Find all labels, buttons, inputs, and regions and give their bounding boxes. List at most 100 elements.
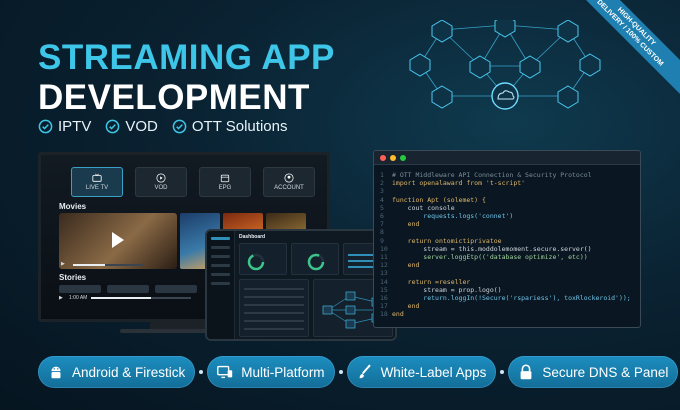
- code-text: end: [392, 310, 404, 319]
- sidebar-item[interactable]: [211, 273, 230, 276]
- code-line: 7 end: [380, 220, 634, 228]
- code-line: 18 end: [380, 310, 634, 318]
- table-row[interactable]: [244, 312, 304, 314]
- hero-title-line1: STREAMING APP: [38, 38, 335, 77]
- server-network-illustration: [409, 20, 601, 110]
- sidebar-item[interactable]: [211, 246, 230, 249]
- movies-heading: Movies: [59, 202, 87, 211]
- code-line: 2 import openalaward from 't-script': [380, 179, 634, 187]
- calendar-icon: [220, 174, 230, 183]
- code-text: return ontomictiprivatoe: [392, 236, 502, 245]
- tab-vod[interactable]: VOD: [135, 167, 187, 197]
- pill-label: White-Label Apps: [380, 364, 487, 380]
- monitor-icon: [217, 365, 233, 379]
- check-circle-icon: [106, 119, 120, 134]
- check-label: IPTV: [58, 118, 92, 135]
- story-thumbnail[interactable]: [107, 285, 149, 293]
- code-line: 15 stream = prop.logo(): [380, 286, 634, 294]
- minimize-window-icon[interactable]: [390, 154, 396, 161]
- line-number: 15: [380, 285, 388, 294]
- pill-multi-platform[interactable]: Multi-Platform: [207, 356, 335, 388]
- pill-secure-dns[interactable]: Secure DNS & Panel: [508, 356, 679, 388]
- line-number: 7: [380, 220, 384, 229]
- check-item-vod: VOD: [105, 118, 158, 135]
- code-line: 14 return =reseller: [380, 278, 634, 286]
- sidebar-item[interactable]: [211, 282, 230, 285]
- stories-progress-bar[interactable]: [91, 297, 191, 299]
- code-line: 11 server.loggEtp(('database optimize', …: [380, 253, 634, 261]
- table-row[interactable]: [244, 304, 304, 306]
- dashboard-sidebar: [207, 231, 235, 339]
- code-line: 4 function Apt (solemet) {: [380, 196, 634, 204]
- dashboard-title: Dashboard: [239, 234, 266, 240]
- tab-account[interactable]: ACCOUNT: [263, 167, 315, 197]
- code-line: 5 cout console: [380, 204, 634, 212]
- close-window-icon[interactable]: [380, 154, 386, 161]
- featured-movie[interactable]: [59, 213, 177, 269]
- table-row[interactable]: [244, 328, 304, 330]
- code-text: # OTT Middleware API Connection & Securi…: [392, 171, 592, 179]
- android-icon: [51, 366, 61, 379]
- sidebar-item[interactable]: [211, 255, 230, 258]
- code-text: return.loggIn(!Secure('rspariess'), toxR…: [392, 294, 631, 303]
- tab-label: VOD: [154, 185, 168, 191]
- code-line: 6 requests.logs('connet'): [380, 212, 634, 220]
- code-text: return =reseller: [392, 277, 471, 286]
- code-text: server.loggEtp(('database optimize', etc…: [392, 253, 588, 262]
- pill-separator: [199, 370, 204, 374]
- line-number: 8: [380, 228, 384, 237]
- code-line: 1 # OTT Middleware API Connection & Secur…: [380, 171, 634, 179]
- check-item-iptv: IPTV: [38, 118, 91, 135]
- pill-separator: [500, 370, 505, 374]
- line-number: 11: [380, 253, 388, 262]
- code-body: 1 # OTT Middleware API Connection & Secur…: [374, 165, 640, 319]
- pill-label: Multi-Platform: [241, 364, 325, 380]
- line-number: 10: [380, 244, 388, 253]
- pill-white-label[interactable]: White-Label Apps: [346, 356, 497, 388]
- gauge-icon: [247, 253, 265, 271]
- line-number: 6: [380, 212, 384, 221]
- play-control-icon[interactable]: ▶: [59, 295, 63, 301]
- story-thumbnail[interactable]: [59, 285, 101, 293]
- code-line: 9 return ontomictiprivatoe: [380, 237, 634, 245]
- code-text: stream = this.moddolemoment.secure.serve…: [392, 244, 592, 253]
- stories-heading: Stories: [59, 273, 87, 282]
- playback-bar[interactable]: [73, 264, 143, 266]
- check-label: OTT Solutions: [191, 118, 288, 135]
- pill-android-firestick[interactable]: Android & Firestick: [38, 356, 196, 388]
- tab-live-tv[interactable]: LIVE TV: [71, 167, 123, 197]
- activity-table-card: [239, 279, 309, 337]
- line-number: 2: [380, 179, 384, 188]
- maximize-window-icon[interactable]: [400, 154, 406, 161]
- check-label: VOD: [125, 118, 158, 135]
- lock-icon: [520, 364, 532, 380]
- stats-card: [239, 243, 287, 275]
- code-line: 3: [380, 187, 634, 195]
- play-icon: [112, 232, 124, 248]
- code-line: 17 end: [380, 302, 634, 310]
- sidebar-item[interactable]: [211, 237, 230, 240]
- line-number: 9: [380, 236, 384, 245]
- tab-label: EPG: [218, 185, 232, 191]
- tab-epg[interactable]: EPG: [199, 167, 251, 197]
- table-row[interactable]: [244, 320, 304, 322]
- code-line: 12 end: [380, 261, 634, 269]
- brush-icon: [359, 364, 371, 379]
- tab-label: LIVE TV: [85, 185, 109, 191]
- line-number: 17: [380, 302, 388, 311]
- code-line: 10 stream = this.moddolemoment.secure.se…: [380, 245, 634, 253]
- code-text: end: [392, 261, 420, 270]
- sidebar-item[interactable]: [211, 264, 230, 267]
- table-row[interactable]: [244, 288, 304, 290]
- line-number: 16: [380, 294, 388, 303]
- play-control-icon[interactable]: ▶: [61, 261, 65, 267]
- hero-title: STREAMING APP DEVELOPMENT: [38, 38, 335, 118]
- story-thumbnail[interactable]: [155, 285, 197, 293]
- check-item-ott: OTT Solutions: [172, 118, 288, 135]
- code-text: import openalaward from 't-script': [392, 179, 526, 188]
- tv-icon: [92, 173, 102, 182]
- table-row[interactable]: [244, 296, 304, 298]
- feature-checks: IPTV VOD OTT Solutions: [38, 118, 287, 135]
- pill-label: Secure DNS & Panel: [542, 364, 669, 380]
- tv-nav: LIVE TV VOD EPG ACCOUNT: [71, 167, 315, 197]
